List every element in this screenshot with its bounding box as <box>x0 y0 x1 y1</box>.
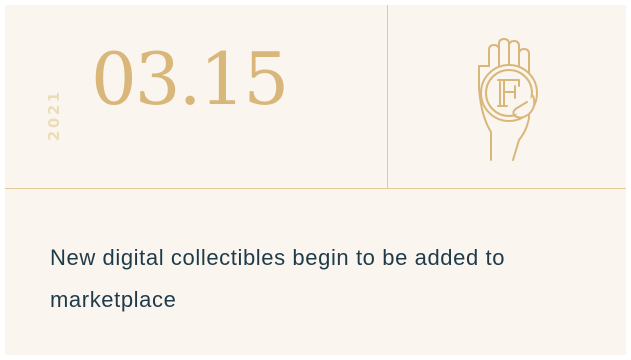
date-row: 2021 03.15 <box>5 5 626 188</box>
event-description: New digital collectibles begin to be add… <box>50 245 506 312</box>
event-year: 2021 <box>45 89 63 141</box>
timeline-card: 2021 03.15 New digital collectibles begi… <box>5 5 626 355</box>
horizontal-divider <box>5 188 626 189</box>
event-date: 03.15 <box>91 37 289 121</box>
hand-holding-coin-icon <box>467 36 557 161</box>
vertical-divider <box>387 5 388 188</box>
